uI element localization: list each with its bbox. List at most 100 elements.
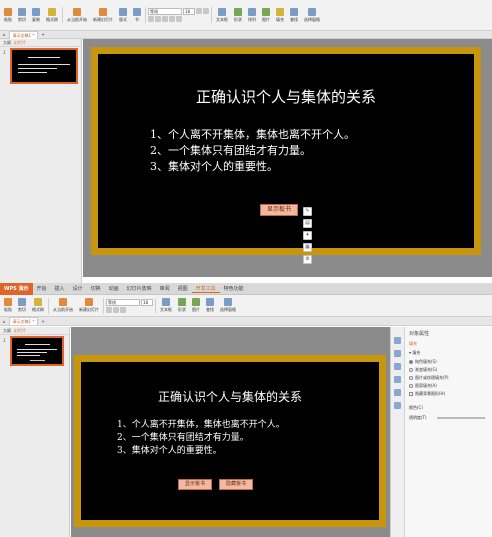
settings-icon[interactable]: ⚙ xyxy=(303,255,312,264)
font-color-icon[interactable] xyxy=(176,16,182,22)
tab-features[interactable]: 特色功能 xyxy=(220,285,248,292)
slide-thumbnail[interactable] xyxy=(10,48,78,84)
shape-button[interactable]: 形状 xyxy=(232,7,244,23)
animation-icon[interactable] xyxy=(394,350,401,357)
tab-review[interactable]: 审阅 xyxy=(156,285,174,292)
fill-option-solid[interactable]: 纯色填充(S) xyxy=(409,359,489,365)
table-icon[interactable] xyxy=(394,376,401,383)
slides-tab[interactable]: 幻灯片 xyxy=(14,40,26,46)
bold-icon[interactable] xyxy=(148,16,154,22)
shape-label: 形状 xyxy=(178,307,186,312)
textbox-label: 文本框 xyxy=(160,307,172,312)
thumb-text-line xyxy=(17,349,57,350)
fill-option-picture[interactable]: 图片或纹理填充(P) xyxy=(409,375,489,381)
hide-background-checkbox[interactable]: 隐藏背景图形(H) xyxy=(409,391,489,397)
find-button[interactable]: 查找 xyxy=(288,7,300,23)
bottom-doc-tab[interactable]: 演示文稿1 * xyxy=(8,317,39,325)
select-pane-button[interactable]: 选择窗格 xyxy=(302,7,322,23)
fill-option-pattern[interactable]: 图案填充(A) xyxy=(409,383,489,389)
pane-tab-fill[interactable]: 填充 xyxy=(409,341,489,347)
tab-view[interactable]: 视图 xyxy=(174,285,192,292)
new-slide-button[interactable]: 新建幻灯片 xyxy=(77,298,101,313)
home-icon[interactable]: ⌂ xyxy=(3,319,6,324)
tab-home[interactable]: 开始 xyxy=(33,285,51,292)
tab-design[interactable]: 设计 xyxy=(69,285,87,292)
layout-icon xyxy=(119,7,127,16)
edit-icon[interactable]: ✎ xyxy=(303,207,312,216)
strikethrough-icon[interactable] xyxy=(169,16,175,22)
slide-thumbnail[interactable] xyxy=(10,336,64,366)
from-current-button[interactable]: 从当前开始 xyxy=(51,298,75,313)
tab-insert[interactable]: 插入 xyxy=(51,285,69,292)
format-painter-button[interactable]: 格式刷 xyxy=(30,298,46,313)
font-select[interactable]: 等线 xyxy=(148,8,182,15)
show-board-button[interactable]: 显示板书 xyxy=(260,204,298,216)
outline-tab[interactable]: 大纲 xyxy=(3,328,11,334)
from-current-button[interactable]: 从当前开始 xyxy=(65,7,89,23)
show-board-button[interactable]: 显示板书 xyxy=(178,479,212,490)
layers-icon[interactable]: ▤ xyxy=(303,219,312,228)
layout-button[interactable]: 版式 xyxy=(117,7,129,23)
tab-transition[interactable]: 切换 xyxy=(87,285,105,292)
bottom-window: WPS 演示 开始 插入 设计 切换 动画 幻灯片放映 审阅 视图 开发工具 特… xyxy=(0,283,492,537)
italic-icon[interactable] xyxy=(155,16,161,22)
transition-icon[interactable] xyxy=(394,389,401,396)
fill-option-gradient[interactable]: 渐变填充(G) xyxy=(409,367,489,373)
picture-button[interactable]: 图片 xyxy=(190,298,202,313)
right-icon-strip xyxy=(391,327,405,537)
bold-icon[interactable] xyxy=(106,306,112,313)
find-button[interactable]: 查找 xyxy=(204,298,216,313)
new-slide-button[interactable]: 新建幻灯片 xyxy=(91,7,115,23)
top-doc-tab[interactable]: 演示文稿1 * xyxy=(8,30,39,39)
wps-app-menu[interactable]: WPS 演示 xyxy=(0,283,33,295)
arrange-icon xyxy=(248,7,256,16)
more-icon[interactable] xyxy=(394,402,401,409)
effects-icon[interactable]: ✦ xyxy=(303,231,312,240)
cut-button[interactable]: 剪切 xyxy=(16,7,28,23)
slide-body: 1、个人离不开集体，集体也离不开个人。 2、一个集体只有团结才有力量。 3、集体… xyxy=(150,127,355,175)
tab-developer[interactable]: 开发工具 xyxy=(191,285,220,293)
slides-tab[interactable]: 幻灯片 xyxy=(14,328,26,334)
italic-icon[interactable] xyxy=(113,306,119,313)
arrange-button[interactable]: 排列 xyxy=(246,7,258,23)
cut-button[interactable]: 剪切 xyxy=(16,298,28,313)
outline-tab[interactable]: 大纲 xyxy=(3,40,11,46)
right-pane-content: 对象属性 填充 ▾ 填充 纯色填充(S) 渐变填充(G) 图片或纹理填充(P) … xyxy=(409,330,489,423)
tab-slideshow[interactable]: 幻灯片放映 xyxy=(123,285,156,292)
play-icon xyxy=(73,7,81,16)
new-tab-icon[interactable]: + xyxy=(41,32,44,37)
grow-font-icon[interactable] xyxy=(196,8,202,14)
section-button[interactable]: 节 xyxy=(131,7,143,23)
shrink-font-icon[interactable] xyxy=(203,8,209,14)
font-size-select[interactable]: 18 xyxy=(141,298,153,306)
tab-animation[interactable]: 动画 xyxy=(105,285,123,292)
paste-button[interactable]: 粘贴 xyxy=(2,7,14,23)
picture-button[interactable]: 图片 xyxy=(260,7,272,23)
select-pane-button[interactable]: 选择窗格 xyxy=(218,298,238,313)
top-slide[interactable]: 正确认识个人与集体的关系 1、个人离不开集体，集体也离不开个人。 2、一个集体只… xyxy=(91,47,481,255)
properties-icon[interactable] xyxy=(394,337,401,344)
shape-icon xyxy=(178,298,186,306)
new-tab-icon[interactable]: + xyxy=(41,319,44,324)
underline-icon[interactable] xyxy=(120,306,126,313)
font-select[interactable]: 等线 xyxy=(106,298,140,306)
style-icon[interactable] xyxy=(394,363,401,370)
checkbox-label: 隐藏背景图形(H) xyxy=(415,391,446,396)
bottom-slide[interactable]: 正确认识个人与集体的关系 1、个人离不开集体，集体也离不开个人。 2、一个集体只… xyxy=(74,355,386,527)
paste-label: 粘贴 xyxy=(4,16,12,22)
home-icon[interactable]: ⌂ xyxy=(3,32,6,37)
copy-button[interactable]: 复制 xyxy=(30,7,42,23)
crop-icon[interactable]: ▦ xyxy=(303,243,312,252)
font-size-select[interactable]: 18 xyxy=(183,8,195,15)
paste-button[interactable]: 粘贴 xyxy=(2,298,14,313)
transparency-slider[interactable] xyxy=(437,417,485,419)
hide-board-button[interactable]: 隐藏板书 xyxy=(219,479,253,490)
fill-button[interactable]: 填充 xyxy=(274,7,286,23)
format-painter-button[interactable]: 格式刷 xyxy=(44,7,60,23)
fill-section-header[interactable]: ▾ 填充 xyxy=(409,350,489,356)
shape-button[interactable]: 形状 xyxy=(176,298,188,313)
option-label: 图案填充(A) xyxy=(415,383,437,388)
textbox-button[interactable]: 文本框 xyxy=(158,298,174,313)
underline-icon[interactable] xyxy=(162,16,168,22)
textbox-button[interactable]: 文本框 xyxy=(214,7,230,23)
